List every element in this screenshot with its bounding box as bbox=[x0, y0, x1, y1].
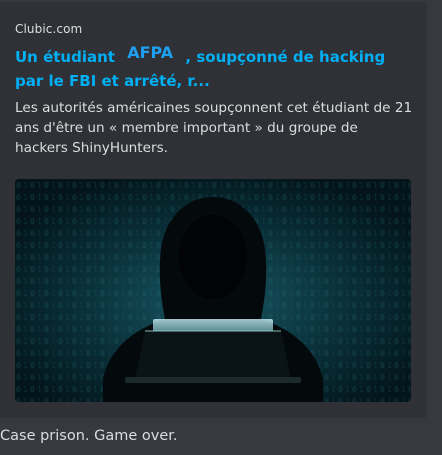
hooded-hacker-laptop-image: 0 1 bbox=[15, 179, 411, 402]
title-redaction-overlay: AFPA bbox=[127, 43, 174, 62]
embed-thumbnail[interactable]: 0 1 bbox=[15, 179, 411, 402]
embed-title-part1[interactable]: Un étudiant bbox=[15, 48, 120, 66]
embed-description: Les autorités américaines soupçonnent ce… bbox=[15, 100, 413, 156]
chat-message-text: Case prison. Game over. bbox=[0, 428, 178, 444]
embed-title-link[interactable]: Un étudiant AFPA , soupçonné de hacking … bbox=[15, 43, 415, 93]
embed-provider[interactable]: Clubic.com bbox=[15, 22, 82, 36]
link-embed: Clubic.com Un étudiant AFPA , soupçonné … bbox=[0, 2, 427, 418]
